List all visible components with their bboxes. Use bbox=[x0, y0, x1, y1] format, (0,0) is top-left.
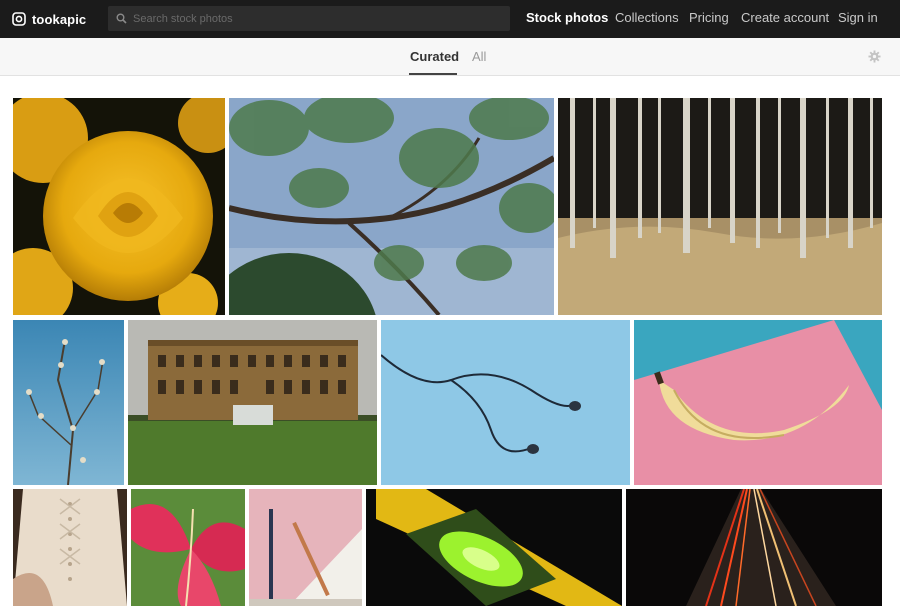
camera-logo-icon bbox=[12, 12, 26, 26]
settings-gear-icon[interactable] bbox=[868, 50, 881, 63]
photo-earphones[interactable] bbox=[381, 320, 630, 485]
search-box[interactable] bbox=[108, 6, 510, 31]
search-input[interactable] bbox=[127, 6, 510, 31]
photo-wedding-dress[interactable] bbox=[13, 489, 127, 606]
photo-mansion[interactable] bbox=[128, 320, 377, 485]
tab-curated[interactable]: Curated bbox=[410, 49, 459, 64]
nav-create-account[interactable]: Create account bbox=[741, 10, 829, 25]
nav-collections[interactable]: Collections bbox=[615, 10, 679, 25]
photo-night-road[interactable] bbox=[626, 489, 882, 606]
photo-pink-lily[interactable] bbox=[131, 489, 245, 606]
brand-name: tookapic bbox=[32, 11, 87, 27]
photo-birch-forest[interactable] bbox=[558, 98, 882, 315]
search-icon bbox=[116, 13, 127, 24]
photo-willow-branch[interactable] bbox=[13, 320, 124, 485]
tab-all[interactable]: All bbox=[472, 49, 486, 64]
photo-yellow-roses[interactable] bbox=[13, 98, 225, 315]
photo-pencil-brush[interactable] bbox=[249, 489, 362, 606]
nav-sign-in[interactable]: Sign in bbox=[838, 10, 878, 25]
nav-stock-photos[interactable]: Stock photos bbox=[526, 10, 608, 25]
photo-spirit-level[interactable] bbox=[366, 489, 622, 606]
photo-banana[interactable] bbox=[634, 320, 882, 485]
nav-pricing[interactable]: Pricing bbox=[689, 10, 729, 25]
active-tab-indicator bbox=[409, 73, 457, 75]
photo-pine-branches[interactable] bbox=[229, 98, 554, 315]
brand-logo[interactable]: tookapic bbox=[12, 9, 86, 29]
top-navbar: tookapic Stock photos Collections Pricin… bbox=[0, 0, 900, 38]
